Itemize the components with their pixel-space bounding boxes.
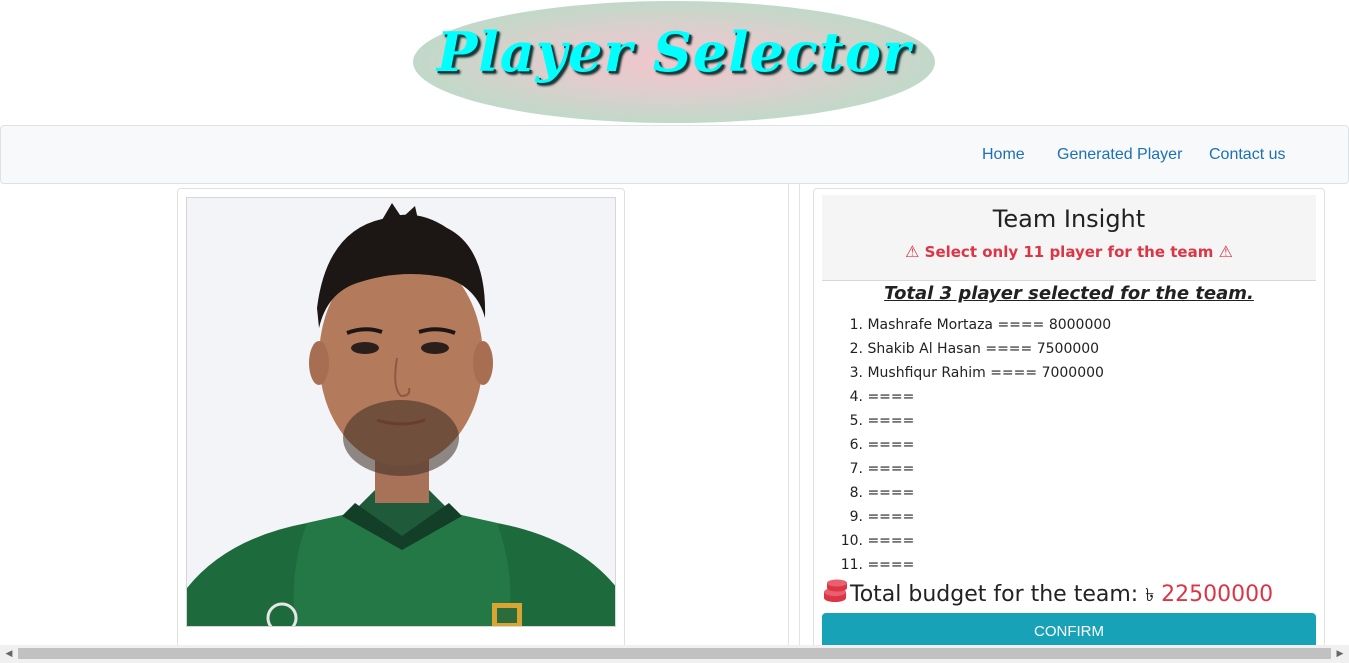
page-title: Player Selector (436, 20, 912, 84)
list-item: 2. Shakib Al Hasan ==== 7500000 (849, 341, 1100, 357)
player-photo[interactable] (186, 197, 616, 627)
navbar: Home Generated Player Contact us (0, 125, 1349, 184)
list-item: 5. ==== (849, 413, 915, 429)
horizontal-scrollbar[interactable]: ◀ ▶ (0, 645, 1349, 663)
team-insight-title: Team Insight (992, 205, 1146, 233)
scroll-left-icon[interactable]: ◀ (2, 647, 16, 661)
budget-label: Total budget for the team: (850, 582, 1146, 607)
list-item: 10. ==== (840, 533, 915, 549)
nav-contact-link[interactable]: Contact us (1209, 146, 1285, 164)
scrollbar-thumb[interactable] (18, 648, 1331, 659)
scroll-right-icon[interactable]: ▶ (1333, 647, 1347, 661)
list-item: 11. ==== (840, 557, 915, 573)
total-selected-text: Total 3 player selected for the team. (884, 283, 1254, 304)
total-budget: Total budget for the team: ৳ 22500000 (822, 578, 1316, 612)
list-item: 9. ==== (849, 509, 915, 525)
list-item: 7. ==== (849, 461, 915, 477)
currency-symbol: ৳ (1145, 585, 1155, 606)
list-item: 3. Mushfiqur Rahim ==== 7000000 (849, 365, 1104, 381)
page-header: Player Selector (0, 0, 1349, 125)
list-item: 8. ==== (849, 485, 915, 501)
coins-icon (822, 578, 848, 610)
warning-icon: ⚠ (1218, 242, 1233, 261)
nav-home-link[interactable]: Home (982, 146, 1025, 164)
list-item: 4. ==== (849, 389, 915, 405)
selection-warning-text: Select only 11 player for the team (924, 243, 1214, 261)
column-divider (788, 184, 800, 646)
list-item: 1. Mashrafe Mortaza ==== 8000000 (849, 317, 1112, 333)
warning-icon: ⚠ (905, 242, 920, 261)
selection-warning: ⚠ Select only 11 player for the team ⚠ (822, 242, 1316, 261)
list-item: 6. ==== (849, 437, 915, 453)
budget-amount: 22500000 (1161, 582, 1274, 607)
nav-generated-player-link[interactable]: Generated Player (1057, 146, 1182, 164)
selected-player-list: 1. Mashrafe Mortaza ==== 8000000 2. Shak… (836, 315, 1306, 579)
